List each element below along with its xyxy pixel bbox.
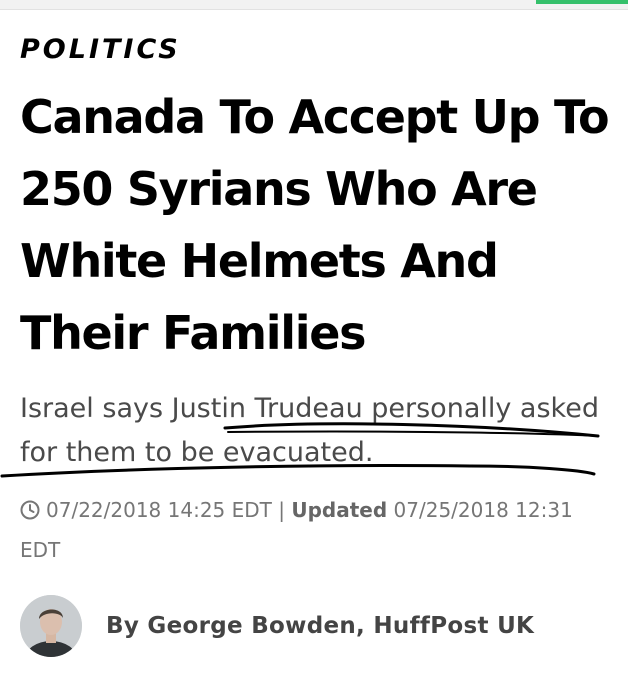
published-time: 07/22/2018 14:25 EDT: [46, 498, 272, 522]
author-name[interactable]: By George Bowden, HuffPost UK: [106, 613, 534, 639]
section-label[interactable]: POLITICS: [20, 34, 181, 65]
article-headline: Canada To Accept Up To 250 Syrians Who A…: [20, 90, 610, 360]
author-byline: By George Bowden, HuffPost UK: [20, 594, 534, 658]
author-avatar[interactable]: [20, 595, 82, 657]
updated-label: Updated: [291, 498, 388, 522]
progress-accent: [536, 0, 628, 4]
article-timestamp: 07/22/2018 14:25 EDT | Updated 07/25/201…: [20, 490, 600, 570]
browser-top-bar: [0, 0, 628, 10]
article-subheadline: Israel says Justin Trudeau personally as…: [20, 393, 599, 468]
timestamp-separator: |: [278, 498, 285, 522]
avatar-portrait: [20, 595, 82, 657]
clock-icon: [20, 500, 40, 520]
